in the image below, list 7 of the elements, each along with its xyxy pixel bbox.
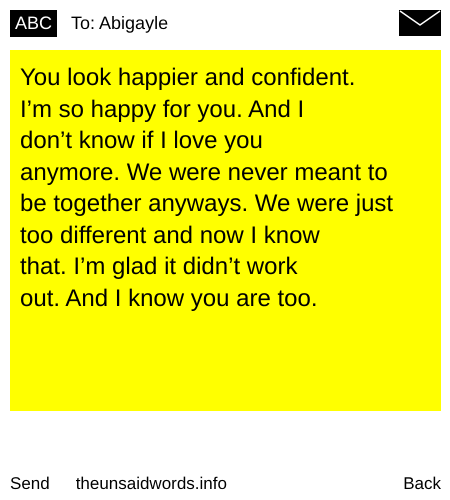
back-button[interactable]: Back xyxy=(403,474,441,494)
recipient-label: To: Abigayle xyxy=(71,12,170,34)
abc-badge: ABC xyxy=(10,10,58,36)
message-text: You look happier and confident. I’m so happy for you. And I don’t know if I love you anymore. We were never meant to be together anyways. We were just too different and now I know that. I’m glad it didn’t work out. And I know you are too. xyxy=(10,50,441,411)
send-button[interactable]: Send xyxy=(10,474,50,494)
envelope-icon[interactable] xyxy=(399,10,441,36)
website-label: theunsaidwords.info xyxy=(76,474,228,494)
